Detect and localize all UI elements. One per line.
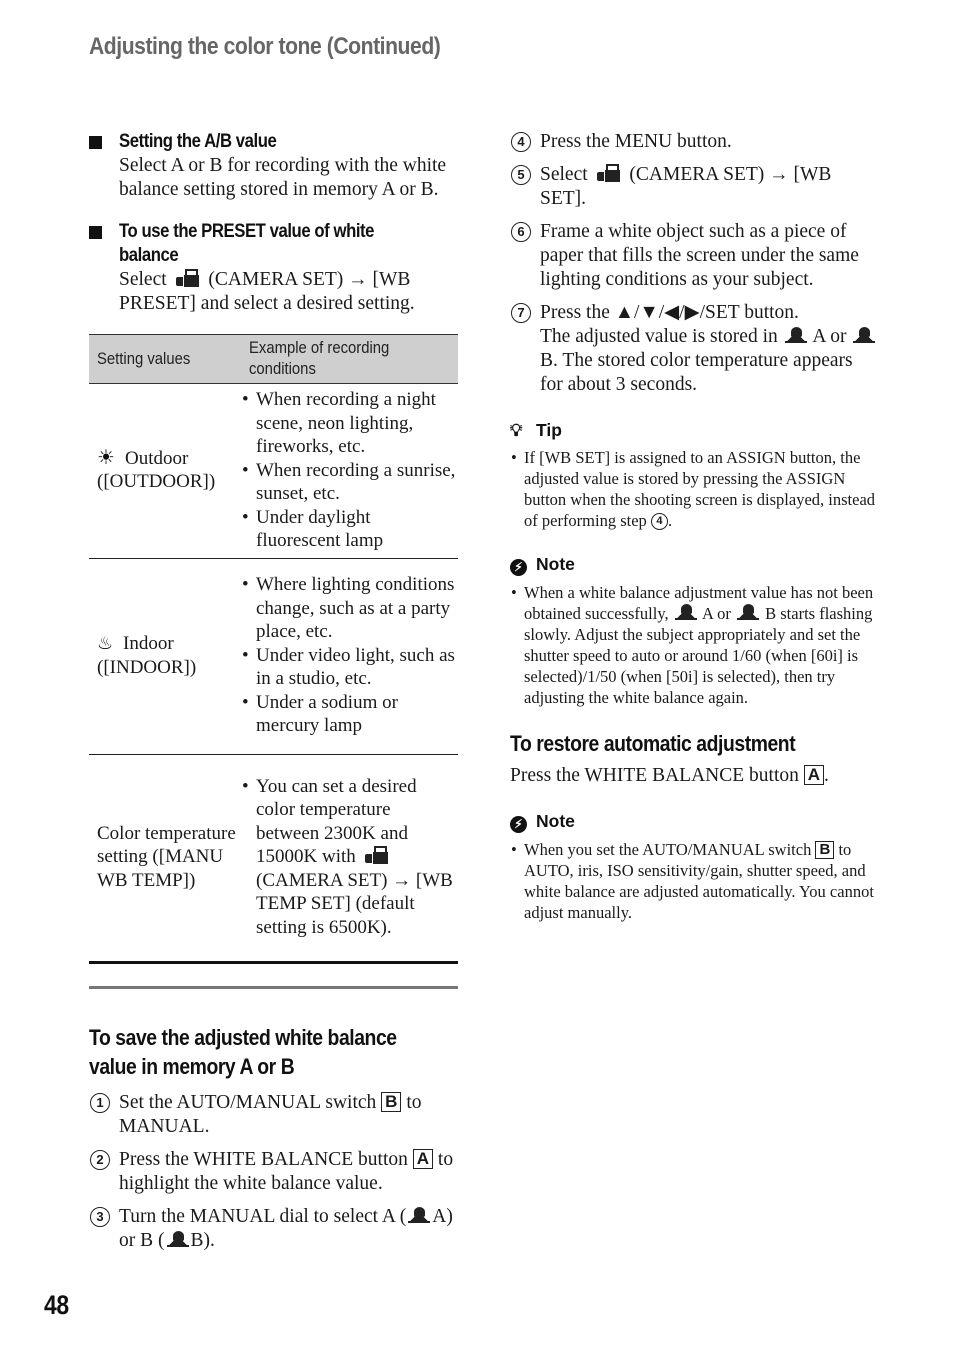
step-6: 6 Frame a white object such as a piece o…: [510, 220, 880, 292]
list-item: If [WB SET] is assigned to an ASSIGN but…: [510, 447, 880, 531]
ab-value-body: Select A or B for recording with the whi…: [119, 155, 447, 200]
camera-set-icon: [172, 268, 204, 288]
square-bullet-icon: [89, 136, 102, 149]
preset-body: Select (CAMERA SET) → [WB PRESET] and se…: [119, 268, 415, 314]
examples-indoor: Where lighting conditions change, such a…: [241, 558, 458, 755]
list-item: When recording a night scene, neon light…: [241, 388, 458, 459]
note-list: When a white balance adjustment value ha…: [510, 582, 880, 708]
save-section-heading: To save the adjusted white balance value…: [89, 1024, 397, 1079]
note-heading: ⚡︎ Note: [510, 553, 880, 576]
auto-manual-switch-b-label: B: [815, 841, 835, 859]
white-balance-button-a-label: A: [803, 765, 825, 785]
list-item: When recording a sunrise, sunset, etc.: [241, 459, 458, 506]
setting-color-temperature: Color temperature setting ([MANU WB TEMP…: [89, 754, 241, 964]
white-balance-table: Setting values Example of recording cond…: [89, 334, 458, 964]
step-number-7: 7: [511, 303, 531, 323]
setting-outdoor: ☀ Outdoor ([OUTDOOR]): [89, 383, 241, 559]
step-number-5: 5: [511, 165, 531, 185]
step-2: 2 Press the WHITE BALANCE button A to hi…: [89, 1148, 459, 1196]
tip-list: If [WB SET] is assigned to an ASSIGN but…: [510, 447, 880, 531]
section-divider: [89, 985, 458, 989]
wb-memory-icon: [851, 326, 877, 344]
step-number-2: 2: [90, 1149, 110, 1170]
wb-memory-icon: [406, 1206, 432, 1224]
column-header-setting-values: Setting values: [89, 334, 241, 384]
wb-memory-icon: [783, 326, 809, 344]
list-item: Under video light, such as in a studio, …: [241, 644, 458, 691]
list-item: When you set the AUTO/MANUAL switch B to…: [510, 839, 880, 923]
step-1: 1 Set the AUTO/MANUAL switch B to MANUAL…: [89, 1091, 459, 1139]
preset-heading: To use the PRESET value of white balance: [89, 220, 459, 268]
table-row: Color temperature setting ([MANU WB TEMP…: [89, 754, 458, 964]
wb-memory-icon: [165, 1230, 191, 1248]
auto-manual-switch-b-label: B: [381, 1091, 402, 1112]
camera-set-icon: [593, 163, 625, 183]
note-list: When you set the AUTO/MANUAL switch B to…: [510, 839, 880, 923]
list-item: Where lighting conditions change, such a…: [241, 573, 458, 644]
note-warning-icon: ⚡︎: [510, 810, 536, 833]
ab-value-heading: Setting the A/B value: [89, 130, 459, 154]
sun-icon: ☀: [97, 446, 115, 469]
step-number-6: 6: [511, 222, 531, 242]
list-item: You can set a desired color temperature …: [241, 775, 458, 940]
note-heading: ⚡︎ Note: [510, 810, 880, 833]
table-header-row: Setting values Example of recording cond…: [89, 334, 458, 384]
tip-heading: 💡︎ Tip: [510, 420, 562, 440]
left-column: Setting the A/B value Select A or B for …: [89, 130, 459, 1262]
step-number-3: 3: [90, 1206, 110, 1227]
right-column: 4 Press the MENU button. 5 Select (CAMER…: [510, 130, 880, 923]
list-item: Under daylight fluorescent lamp: [241, 506, 458, 553]
table-row: ☀Outdoor ([OUTDOOR]) When recording a ni…: [89, 383, 458, 559]
step-3: 3 Turn the MANUAL dial to select A (A) o…: [89, 1205, 459, 1253]
examples-outdoor: When recording a night scene, neon light…: [241, 383, 458, 559]
setting-indoor: ♨ Indoor ([INDOOR]): [89, 558, 241, 755]
table-row: ♨Indoor ([INDOOR]) Where lighting condit…: [89, 558, 458, 755]
column-header-examples: Example of recording conditions: [241, 334, 458, 384]
camera-set-icon: [361, 845, 393, 865]
save-steps-continued: 4 Press the MENU button. 5 Select (CAMER…: [510, 130, 880, 397]
white-balance-button-a-label: A: [412, 1148, 434, 1169]
lightbulb-tip-icon: 💡︎: [510, 420, 523, 440]
step-4: 4 Press the MENU button.: [510, 130, 880, 154]
save-steps: 1 Set the AUTO/MANUAL switch B to MANUAL…: [89, 1091, 459, 1253]
step-number-4: 4: [511, 132, 531, 152]
page-number: 48: [44, 1290, 69, 1320]
step-number-1: 1: [90, 1092, 110, 1113]
wb-memory-icon: [673, 603, 699, 621]
examples-color-temperature: You can set a desired color temperature …: [241, 754, 458, 964]
list-item: When a white balance adjustment value ha…: [510, 582, 880, 708]
step-7: 7 Press the ▲/▼/◀/▶/SET button. The adju…: [510, 301, 880, 397]
wb-memory-icon: [735, 603, 761, 621]
restore-heading: To restore automatic adjustment: [510, 731, 796, 756]
note-warning-icon: ⚡︎: [510, 553, 536, 576]
step-ref-4: 4: [650, 513, 668, 530]
step-5: 5 Select (CAMERA SET) → [WB SET].: [510, 163, 880, 211]
restore-body: Press the WHITE BALANCE button A.: [510, 765, 829, 786]
light-bulb-icon: ♨: [97, 633, 114, 653]
list-item: Under a sodium or mercury lamp: [241, 691, 458, 738]
square-bullet-icon: [89, 226, 102, 239]
page-header-title: Adjusting the color tone (Continued): [89, 33, 441, 60]
